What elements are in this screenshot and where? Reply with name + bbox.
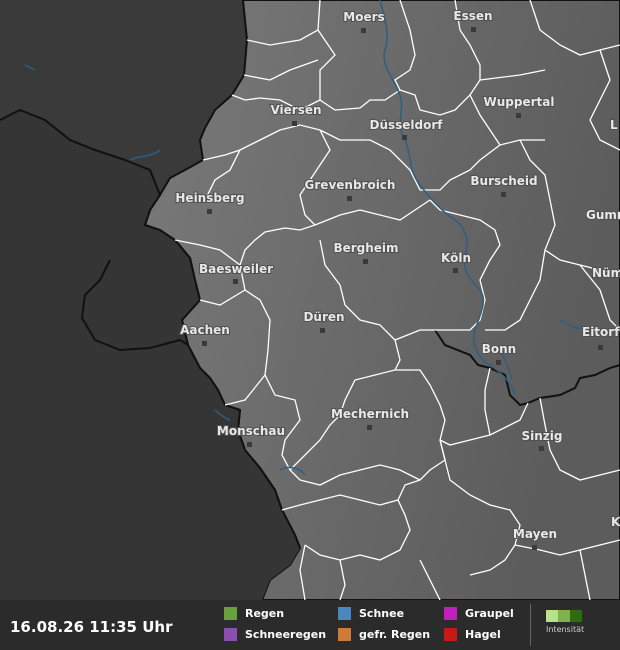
city-label: Bergheim [333,241,398,255]
city-label: Gumm [586,208,620,222]
legend-item-gefr-regen: gefr. Regen [338,628,430,641]
city-label: Aachen [180,323,230,337]
intensity-scale: Intensität [546,610,592,634]
city-l-partial[interactable]: L [609,117,619,133]
city-label: Bonn [482,342,516,356]
city-marker [402,135,407,140]
city-label: Mayen [513,527,557,541]
city-marker [361,28,366,33]
city-marker [516,113,521,118]
city-label: Köln [441,251,471,265]
city-label: Wuppertal [484,95,555,109]
legend-label: Hagel [465,628,501,641]
timestamp: 16.08.26 11:35 Uhr [10,618,173,636]
intensity-label: Intensität [546,625,585,634]
city-marker [539,446,544,451]
city-marker [532,545,537,550]
city-label: L [610,118,618,132]
city-marker [247,442,252,447]
city-gumm-partial[interactable]: Gumm [585,207,620,223]
city-label: Burscheid [470,174,537,188]
city-label: Nüm [592,266,620,280]
city-label: Sinzig [522,429,563,443]
city-label: Mechernich [331,407,409,421]
map-canvas: Moers Essen Viersen Düsseldorf Wuppertal… [0,0,620,600]
intensity-swatch-low [546,610,558,622]
legend-label: gefr. Regen [359,628,431,641]
legend-label: Graupel [465,607,514,620]
city-label: Düren [303,310,344,324]
legend-swatch [444,628,457,641]
legend-label: Regen [245,607,285,620]
city-label: Essen [453,9,492,23]
city-nuem-partial[interactable]: Nüm [591,265,620,281]
legend-swatch [224,628,237,641]
legend-label: Schneeregen [245,628,327,641]
city-label: Monschau [217,424,285,438]
city-marker [233,279,238,284]
legend-item-graupel: Graupel [444,607,514,620]
city-label: Eitorf [582,325,620,339]
legend-swatch [444,607,457,620]
city-marker [453,268,458,273]
city-label: Düsseldorf [369,118,443,132]
legend-item-schneeregen: Schneeregen [224,628,326,641]
intensity-swatches [546,610,592,622]
intensity-swatch-mid [558,610,570,622]
legend-label: Schnee [359,607,405,620]
city-marker [367,425,372,430]
city-label: Baesweiler [199,262,273,276]
city-marker [363,259,368,264]
legend-divider [530,604,531,646]
city-marker [501,192,506,197]
city-label: Moers [343,10,384,24]
city-label: K [611,515,620,529]
city-k-partial[interactable]: K [610,514,620,530]
city-marker [320,328,325,333]
city-marker [496,360,501,365]
city-marker [598,345,603,350]
intensity-swatch-high [570,610,582,622]
legend-swatch [338,628,351,641]
city-marker [202,341,207,346]
city-marker [347,196,352,201]
city-marker [207,209,212,214]
city-marker [471,27,476,32]
legend-bar: 16.08.26 11:35 Uhr Regen Schneeregen Sch… [0,600,620,650]
legend-item-regen: Regen [224,607,284,620]
legend-swatch [224,607,237,620]
legend-item-hagel: Hagel [444,628,501,641]
city-marker [292,121,297,126]
city-label: Grevenbroich [305,178,396,192]
city-label: Heinsberg [175,191,244,205]
legend-item-schnee: Schnee [338,607,404,620]
radar-map[interactable]: Moers Essen Viersen Düsseldorf Wuppertal… [0,0,620,600]
legend-swatch [338,607,351,620]
city-label: Viersen [270,103,321,117]
